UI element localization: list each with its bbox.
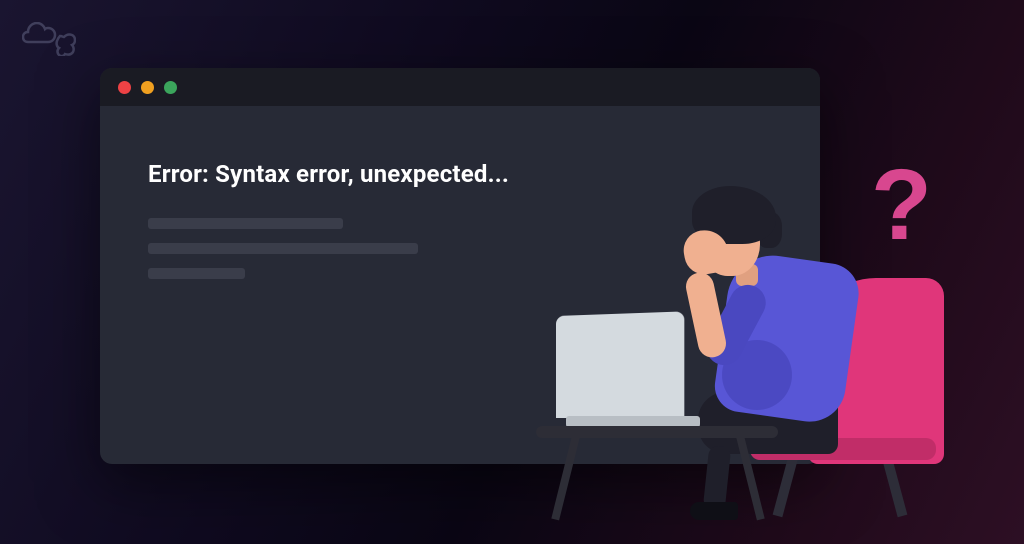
minimize-icon[interactable]	[141, 81, 154, 94]
confused-developer-illustration: ?	[530, 120, 990, 540]
placeholder-line	[148, 268, 245, 279]
laptop-screen	[556, 311, 684, 418]
placeholder-line	[148, 243, 418, 254]
chair-leg	[773, 457, 798, 518]
brand-logo-icon	[22, 22, 76, 60]
question-mark-icon: ?	[871, 148, 932, 263]
chair-leg	[882, 457, 907, 518]
close-icon[interactable]	[118, 81, 131, 94]
maximize-icon[interactable]	[164, 81, 177, 94]
placeholder-line	[148, 218, 343, 229]
table-leg	[551, 435, 580, 520]
table-top	[536, 426, 778, 438]
person-shoe	[690, 502, 738, 520]
window-title-bar	[100, 68, 820, 106]
